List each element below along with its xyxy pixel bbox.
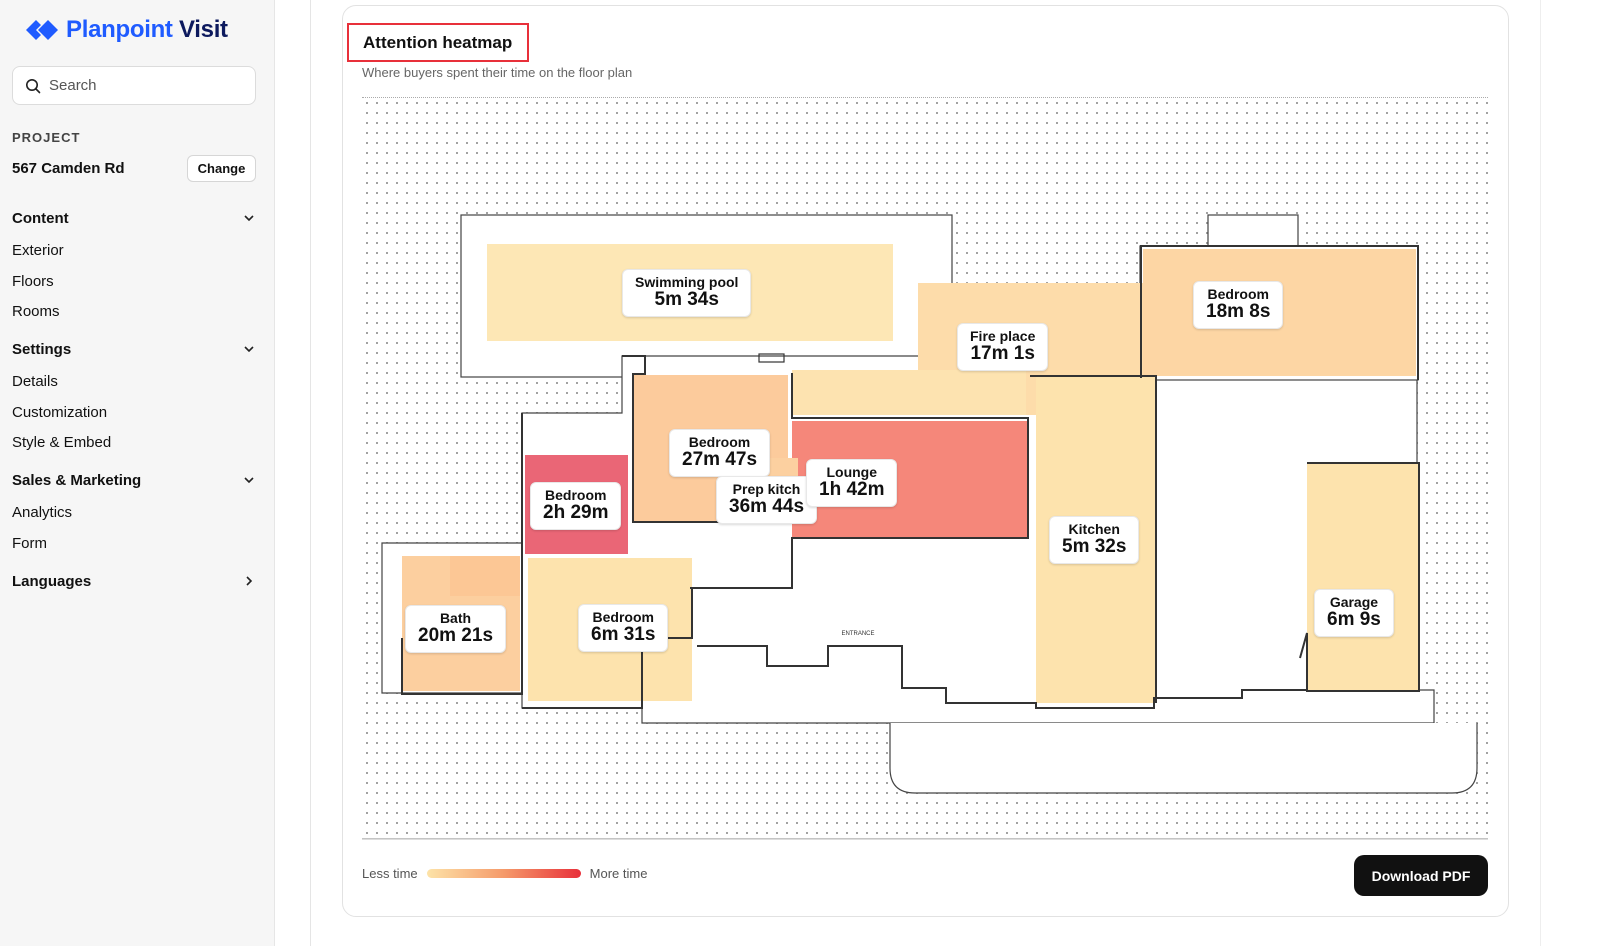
floor-plan-drawing: ENTRANCE [362,214,1488,840]
search-icon [26,78,41,93]
room-name: Fire place [970,328,1036,344]
nav-section-label: Settings [12,340,72,358]
zone-bath-upper [450,556,520,596]
room-name: Kitchen [1068,521,1120,537]
room-label-fire-place[interactable]: Fire place 17m 1s [957,323,1049,372]
brand-logo[interactable]: Planpoint Visit [22,12,228,48]
scrollbar-track[interactable] [1540,0,1541,946]
nav-section-sales-marketing[interactable]: Sales & Marketing [12,468,256,492]
nav-item-floors[interactable]: Floors [12,273,54,290]
room-label-bath[interactable]: Bath 20m 21s [405,605,507,654]
chevron-down-icon [244,215,254,222]
chevron-down-icon [244,477,254,484]
legend-gradient-bar [426,869,581,878]
download-pdf-button[interactable]: Download PDF [1354,855,1488,896]
room-time: 27m 47s [682,449,758,471]
chevron-down-icon [244,346,254,353]
nav-section-settings[interactable]: Settings [12,337,256,361]
nav-section-label: Sales & Marketing [12,471,142,489]
legend-less-label: Less time [362,866,418,881]
room-time: 17m 1s [970,343,1035,365]
room-time: 6m 31s [591,624,656,646]
room-time: 5m 32s [1062,536,1127,558]
heatmap-legend: Less time More time [362,866,647,881]
nav-section-languages[interactable]: Languages [12,569,256,593]
room-label-garage[interactable]: Garage 6m 9s [1314,589,1394,638]
nav-item-details[interactable]: Details [12,373,58,390]
room-label-bedroom-mid[interactable]: Bedroom 27m 47s [669,429,771,478]
nav-section-content[interactable]: Content [12,206,256,230]
change-project-button[interactable]: Change [187,155,256,182]
room-name: Bedroom [545,487,607,503]
legend-more-label: More time [589,866,648,881]
nav-item-style-embed[interactable]: Style & Embed [12,434,111,451]
nav-item-analytics[interactable]: Analytics [12,504,72,521]
sidebar: Planpoint Visit PROJECT 567 Camden Rd Ch… [0,0,275,946]
room-name: Bedroom [688,434,751,450]
main-divider [310,0,311,946]
room-time: 5m 34s [654,289,719,311]
zone-fire-place-lower [792,370,1026,415]
room-name: Lounge [826,464,878,480]
room-label-bedroom-sw[interactable]: Bedroom 6m 31s [578,604,669,653]
room-label-prep-kitchen[interactable]: Prep kitch 36m 44s [716,476,818,525]
entrance-label: ENTRANCE [841,631,874,637]
room-time: 20m 21s [418,625,494,647]
room-time: 6m 9s [1327,609,1381,631]
room-time: 18m 8s [1206,301,1271,323]
chevron-right-icon [246,576,253,586]
heatmap-title-box: Attention heatmap [347,23,529,62]
nav-section-label: Languages [12,572,92,590]
room-name: Prep kitch [732,481,801,497]
room-name: Bath [439,610,472,626]
room-name: Garage [1329,594,1379,610]
room-label-bedroom-hot[interactable]: Bedroom 2h 29m [530,482,622,531]
project-label: PROJECT [12,130,81,145]
nav-item-customization[interactable]: Customization [12,404,107,421]
room-time: 2h 29m [543,502,609,524]
nav-item-form[interactable]: Form [12,535,47,552]
room-time: 36m 44s [729,496,805,518]
room-label-bedroom-ne[interactable]: Bedroom 18m 8s [1193,281,1284,330]
room-label-lounge[interactable]: Lounge 1h 42m [806,459,898,508]
search-box[interactable] [12,66,256,105]
logo-diamond-icon [26,20,58,40]
room-name: Swimming pool [635,274,739,290]
room-name: Bedroom [592,609,654,625]
room-label-kitchen[interactable]: Kitchen 5m 32s [1049,516,1140,565]
floor-plan-heatmap: ENTRANCE Swimming pool 5m 34s Fire place… [362,97,1488,840]
project-name: 567 Camden Rd [12,160,125,177]
nav-section-label: Content [12,209,69,227]
room-time: 1h 42m [819,479,885,501]
room-label-swimming-pool[interactable]: Swimming pool 5m 34s [622,269,752,318]
heatmap-subtitle: Where buyers spent their time on the flo… [362,65,633,80]
nav-item-rooms[interactable]: Rooms [12,303,60,320]
heatmap-title: Attention heatmap [363,32,513,52]
nav-item-exterior[interactable]: Exterior [12,242,64,259]
search-input[interactable] [49,77,239,94]
zone-garage [1307,463,1419,691]
brand-name: Planpoint Visit [66,16,228,43]
room-name: Bedroom [1207,286,1269,302]
